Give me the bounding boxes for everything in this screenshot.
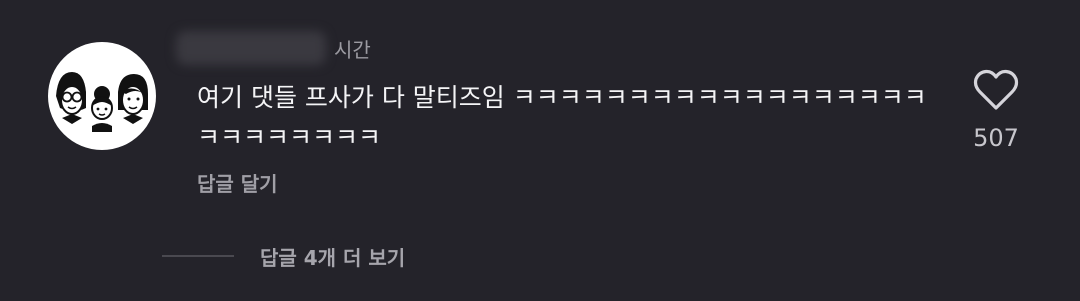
comment-text: 여기 댓들 프사가 다 말티즈임 ㅋㅋㅋㅋㅋㅋㅋㅋㅋㅋㅋㅋㅋㅋㅋㅋㅋㅋㅋㅋㅋㅋㅋ… [197, 83, 927, 152]
view-more-replies-label: 답글 4개 더 보기 [260, 245, 406, 270]
comment-item: 시간 여기 댓들 프사가 다 말티즈임 ㅋㅋㅋㅋㅋㅋㅋㅋㅋㅋㅋㅋㅋㅋㅋㅋㅋㅋㅋㅋ… [0, 0, 1080, 301]
username-redacted [176, 31, 326, 65]
replies-divider [162, 255, 234, 257]
avatar-illustration [56, 72, 148, 132]
reply-button[interactable]: 답글 달기 [197, 168, 278, 197]
comment-timestamp: 시간 [334, 37, 371, 62]
like-area: 507 [958, 68, 1034, 152]
user-avatar[interactable] [48, 42, 156, 150]
heart-icon[interactable] [972, 68, 1020, 112]
view-more-replies-button[interactable]: 답글 4개 더 보기 [162, 236, 405, 276]
like-count: 507 [973, 124, 1019, 152]
comment-meta: 시간 [176, 28, 371, 68]
